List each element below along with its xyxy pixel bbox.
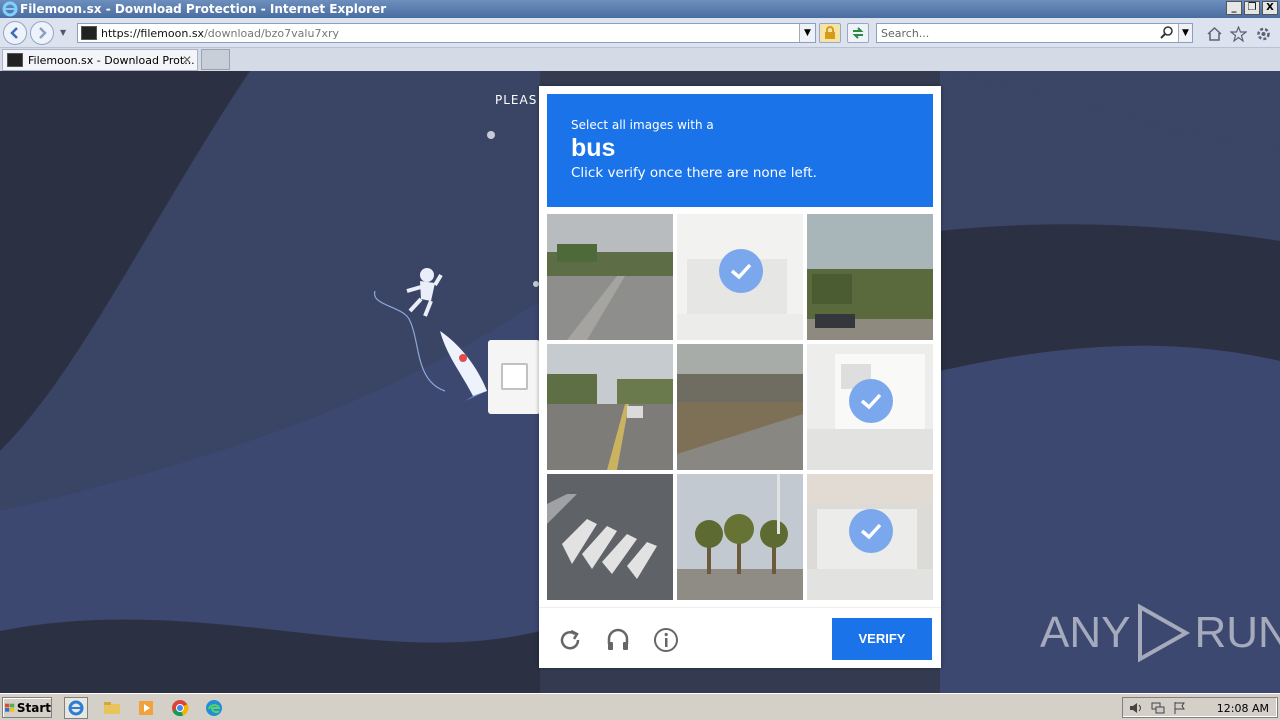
media-player-taskbar-button[interactable] [134, 697, 158, 719]
image-tile[interactable] [547, 474, 673, 600]
navigation-bar: ▼ https://filemoon.sx/download/bzo7valu7… [0, 18, 1280, 48]
astronaut-rocket-illustration [374, 268, 487, 401]
tab-favicon [7, 53, 23, 67]
captcha-footer: VERIFY [539, 607, 941, 668]
tab-filemoon[interactable]: Filemoon.sx - Download Prot... ✕ [2, 49, 198, 71]
refresh-arrows-icon [852, 27, 864, 39]
chrome-taskbar-button[interactable] [168, 697, 192, 719]
media-player-icon [139, 701, 153, 715]
system-tray: 12:08 AM [1122, 697, 1278, 718]
page-content: PLEAS Select all images with a bus Click… [0, 71, 1280, 693]
site-favicon [81, 26, 97, 40]
play-triangle-icon [1138, 603, 1191, 663]
tools-gear-icon[interactable] [1255, 26, 1272, 42]
favorites-star-icon[interactable] [1230, 26, 1247, 42]
edge-icon [206, 700, 222, 716]
captcha-checkbox-widget [488, 340, 540, 414]
image-tile[interactable] [677, 344, 803, 470]
image-grid [547, 214, 933, 600]
back-arrow-icon [10, 27, 18, 39]
history-dropdown-icon[interactable]: ▼ [60, 28, 66, 37]
ie-icon [68, 700, 84, 716]
address-bar[interactable]: https://filemoon.sx/download/bzo7valu7xr… [77, 23, 816, 43]
maximize-button[interactable]: ❐ [1244, 1, 1260, 15]
forward-button[interactable] [30, 21, 54, 45]
ie-logo-icon [2, 1, 18, 17]
url-path: /download/bzo7valu7xry [204, 26, 339, 40]
image-tile[interactable] [807, 344, 933, 470]
refresh-icon[interactable] [556, 626, 584, 654]
lock-icon [825, 26, 835, 39]
explorer-taskbar-button[interactable] [100, 697, 124, 719]
back-button[interactable] [3, 21, 27, 45]
tile-image [677, 344, 803, 470]
flag-icon[interactable] [1173, 701, 1187, 715]
window-title-bar: Filemoon.sx - Download Protection - Inte… [0, 0, 1280, 18]
chrome-icon [172, 700, 189, 717]
image-tile[interactable] [547, 344, 673, 470]
tab-close-icon[interactable]: ✕ [182, 53, 192, 67]
captcha-challenge-dialog: Select all images with a bus Click verif… [539, 86, 941, 668]
window-title: Filemoon.sx - Download Protection - Inte… [20, 2, 387, 16]
taskbar: Start 12:08 AM [0, 693, 1280, 720]
tile-image [677, 474, 803, 600]
watermark-any: ANY [1040, 608, 1131, 657]
close-button[interactable]: X [1262, 1, 1278, 15]
tab-label: Filemoon.sx - Download Prot... [28, 53, 195, 67]
verify-button[interactable]: VERIFY [832, 618, 932, 660]
clock: 12:08 AM [1216, 702, 1269, 715]
refresh-button[interactable] [847, 23, 869, 43]
captcha-prompt-header: Select all images with a bus Click verif… [547, 94, 933, 207]
prompt-line-1: Select all images with a [571, 118, 714, 132]
info-icon[interactable] [652, 626, 680, 654]
home-icon[interactable] [1206, 26, 1223, 42]
image-tile[interactable] [677, 214, 803, 340]
lock-button[interactable] [819, 23, 841, 43]
image-tile[interactable] [807, 474, 933, 600]
tile-image [547, 474, 673, 600]
ie-taskbar-button[interactable] [64, 697, 88, 719]
minimize-button[interactable]: _ [1226, 1, 1242, 15]
image-tile[interactable] [807, 214, 933, 340]
please-wait-text: PLEAS [495, 93, 538, 107]
search-icon[interactable] [1160, 25, 1174, 39]
volume-icon[interactable] [1129, 701, 1143, 715]
new-tab-button[interactable] [201, 49, 230, 70]
anyrun-watermark: ANY RUN [1040, 603, 1280, 663]
tab-bar: Filemoon.sx - Download Prot... ✕ [0, 48, 1280, 71]
forward-arrow-icon [39, 27, 47, 39]
start-button[interactable]: Start [2, 697, 52, 718]
folder-icon [104, 702, 120, 714]
tile-image [547, 344, 673, 470]
checkmark-icon [849, 379, 893, 423]
prompt-line-3: Click verify once there are none left. [571, 165, 817, 181]
url-domain: https://filemoon.sx [101, 26, 205, 40]
audio-headphones-icon[interactable] [604, 626, 632, 654]
image-tile[interactable] [677, 474, 803, 600]
search-placeholder: Search... [881, 26, 930, 40]
search-dropdown-icon[interactable]: ▼ [1178, 24, 1192, 42]
image-tile[interactable] [547, 214, 673, 340]
edge-taskbar-button[interactable] [202, 697, 226, 719]
network-icon[interactable] [1151, 701, 1165, 715]
prompt-target-word: bus [571, 134, 616, 162]
tile-image [547, 214, 673, 340]
start-label: Start [16, 700, 51, 715]
checkmark-icon [719, 249, 763, 293]
checkmark-icon [849, 509, 893, 553]
address-dropdown-icon[interactable]: ▼ [799, 24, 815, 42]
watermark-run: RUN [1194, 608, 1280, 657]
windows-logo-icon [5, 703, 15, 712]
captcha-checkbox[interactable] [501, 363, 528, 390]
tile-image [807, 214, 933, 340]
search-box[interactable]: Search... ▼ [876, 23, 1193, 43]
